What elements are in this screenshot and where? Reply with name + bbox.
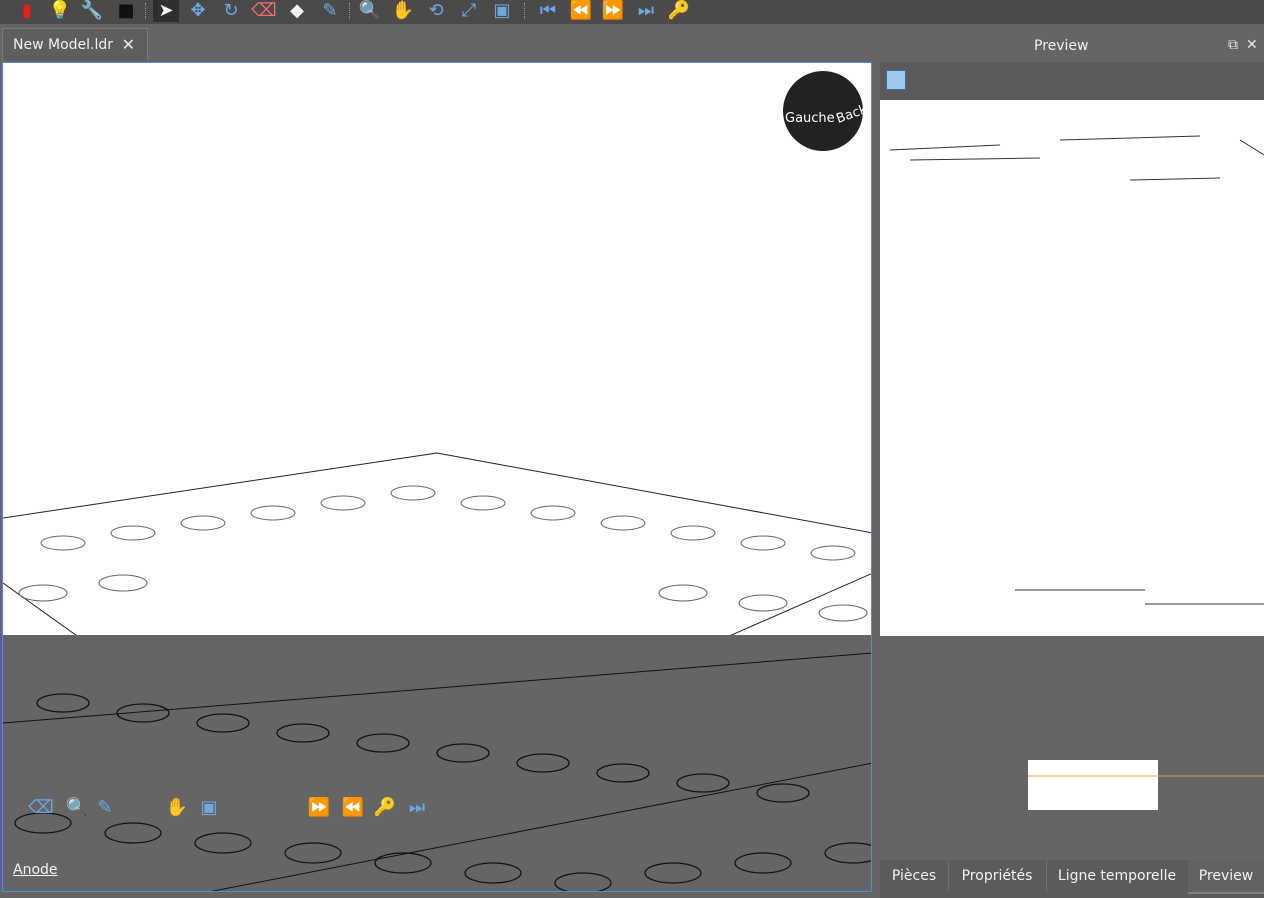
- status-text: Anode: [13, 862, 58, 878]
- toolbar-separator: [145, 3, 148, 19]
- preview-viewport[interactable]: [880, 62, 1264, 857]
- last-step-icon[interactable]: ⏭: [633, 0, 659, 22]
- zoom-window-icon[interactable]: ▣: [489, 0, 515, 22]
- zoom-extents-icon[interactable]: ⤢: [456, 0, 482, 22]
- lightbulb-icon[interactable]: 💡: [47, 0, 73, 22]
- dock-tab-bar: Pièces Propriétés Ligne temporelle Previ…: [880, 860, 1264, 898]
- next-step-icon[interactable]: ⏩: [306, 795, 332, 819]
- previous-step-icon[interactable]: ⏪: [568, 0, 594, 22]
- preview-drawing: [880, 135, 1264, 857]
- last-step-icon[interactable]: ⏭: [404, 795, 430, 819]
- eraser-icon[interactable]: ⌫: [28, 795, 54, 819]
- first-step-icon[interactable]: ⏮: [535, 0, 561, 22]
- preview-panel-header: Preview ⧉ ✕: [876, 36, 1264, 58]
- key-icon[interactable]: 🔑: [666, 0, 692, 22]
- camera-icon[interactable]: ■: [113, 0, 139, 22]
- float-panel-icon[interactable]: ⧉: [1228, 37, 1238, 53]
- previous-step-icon[interactable]: ⏪: [340, 795, 366, 819]
- model-viewport[interactable]: Gauche Back: [2, 62, 872, 892]
- next-step-icon[interactable]: ⏩: [600, 0, 626, 22]
- view-cube-face-left[interactable]: Gauche: [785, 111, 835, 126]
- view-cube[interactable]: Gauche Back: [783, 71, 869, 151]
- tab-proprietes[interactable]: Propriétés: [948, 860, 1047, 892]
- eraser-icon[interactable]: ⌫: [251, 0, 277, 22]
- key-icon[interactable]: 🔑: [372, 795, 398, 819]
- main-toolbar: ▮ 💡 🔧 ■ ➤ ✥ ↻ ⌫ ◆ ✎ 🔍 ✋ ⟲ ⤢ ▣ ⏮ ⏪ ⏩ ⏭ 🔑: [0, 0, 1264, 24]
- toolbar-separator: [524, 3, 527, 19]
- preview-toolbar: [880, 62, 1264, 100]
- eyedropper-icon[interactable]: ✎: [317, 0, 343, 22]
- zoom-icon[interactable]: 🔍: [64, 795, 90, 819]
- move-icon[interactable]: ✥: [185, 0, 211, 22]
- eyedropper-icon[interactable]: ✎: [92, 795, 118, 819]
- close-panel-icon[interactable]: ✕: [1246, 37, 1258, 53]
- paint-bucket-icon[interactable]: ◆: [284, 0, 310, 22]
- toolbar-separator: [349, 3, 352, 19]
- zoom-window-icon[interactable]: ▣: [196, 795, 222, 819]
- red-brick-icon[interactable]: ▮: [14, 0, 40, 22]
- baseplate-grid: [3, 452, 871, 891]
- pan-hand-icon[interactable]: ✋: [164, 795, 190, 819]
- close-icon[interactable]: ✕: [122, 35, 135, 54]
- rotate-icon[interactable]: ↻: [218, 0, 244, 22]
- tab-pieces[interactable]: Pièces: [880, 860, 949, 892]
- orbit-icon[interactable]: ⟲: [423, 0, 449, 22]
- tab-new-model[interactable]: New Model.ldr ✕: [2, 28, 148, 60]
- tab-preview[interactable]: Preview: [1188, 860, 1264, 894]
- tab-ligne-temporelle[interactable]: Ligne temporelle: [1046, 860, 1189, 892]
- preview-view-icon[interactable]: [886, 70, 906, 90]
- zoom-icon[interactable]: 🔍: [357, 0, 383, 22]
- wrench-icon[interactable]: 🔧: [79, 0, 105, 22]
- tab-label: New Model.ldr: [13, 36, 114, 53]
- preview-panel-title: Preview: [1034, 38, 1089, 54]
- select-arrow-icon[interactable]: ➤: [153, 0, 179, 22]
- pan-hand-icon[interactable]: ✋: [390, 0, 416, 22]
